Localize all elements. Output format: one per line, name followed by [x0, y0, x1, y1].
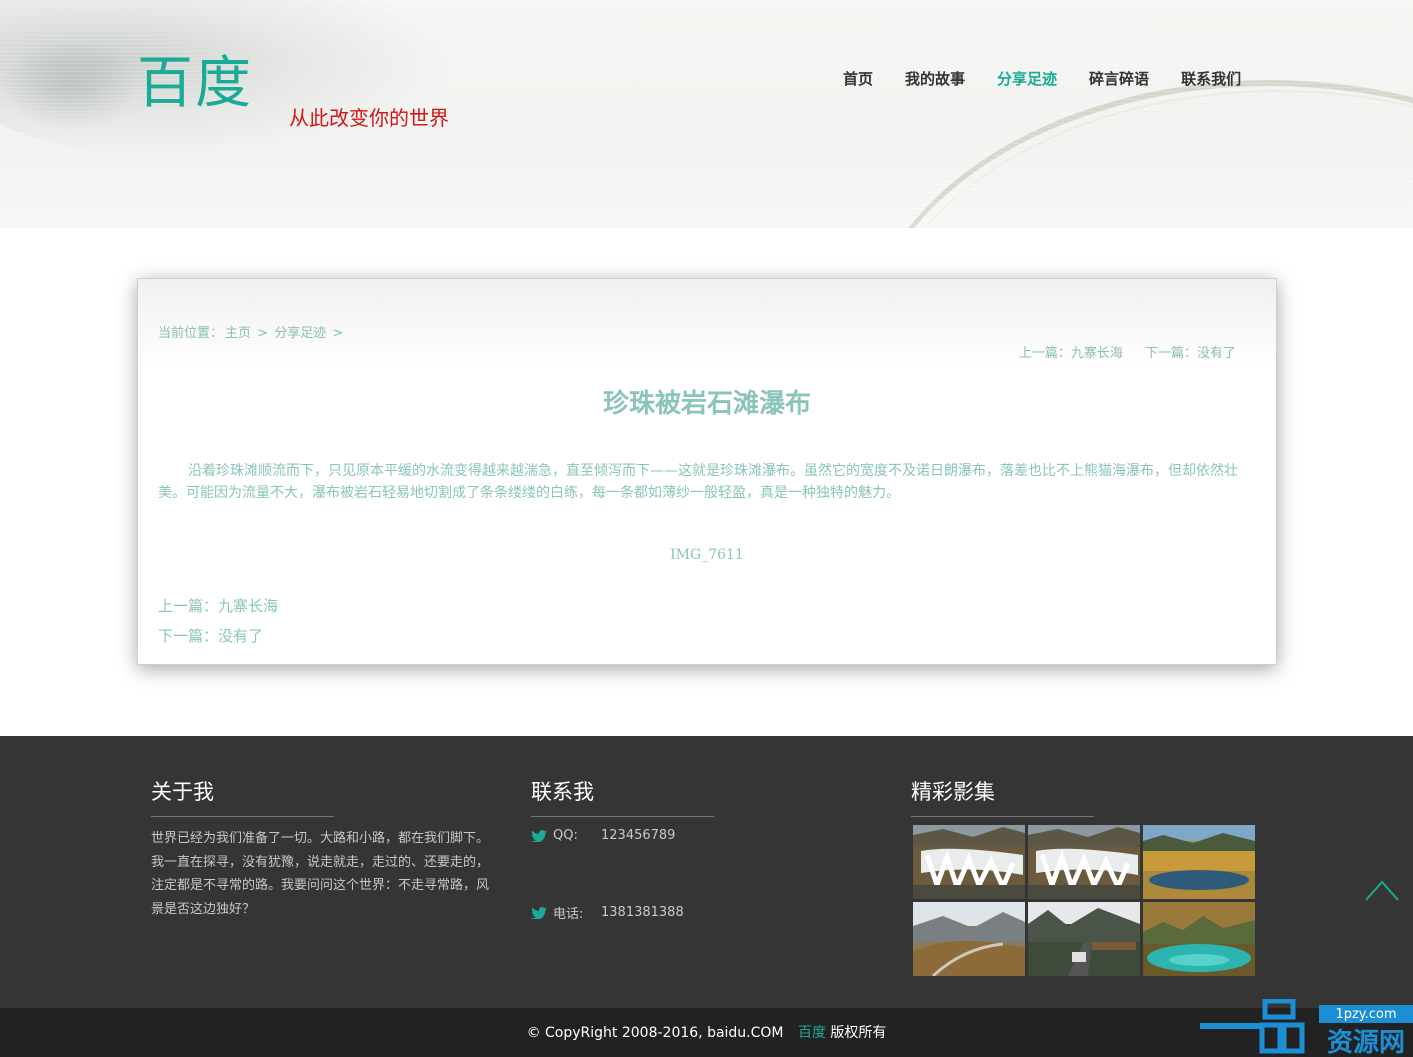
gallery-thumb-forest-road[interactable] [1028, 902, 1140, 976]
article-body: 沿着珍珠滩顺流而下，只见原本平缓的水流变得越来越湍急，直至倾泻而下——这就是珍珠… [158, 463, 1238, 501]
svg-text:资源网: 资源网 [1327, 1028, 1405, 1057]
site-header: 百度 从此改变你的世界 首页 我的故事 分享足迹 碎言碎语 联系我们 [0, 0, 1413, 228]
twitter-bird-icon [531, 906, 547, 919]
pager-bottom: 上一篇：九寨长海 下一篇：没有了 [158, 591, 278, 651]
contact-phone-row: 电话: 1381381388 [531, 903, 684, 922]
main-nav: 首页 我的故事 分享足迹 碎言碎语 联系我们 [843, 68, 1273, 89]
qq-label: QQ: [553, 828, 578, 843]
article-image-caption: IMG_7611 [670, 547, 744, 563]
footer-about-text: 世界已经为我们准备了一切。大路和小路，都在我们脚下。我一直在探寻，没有犹豫，说走… [151, 831, 490, 917]
site-footer: 关于我 世界已经为我们准备了一切。大路和小路，都在我们脚下。我一直在探寻，没有犹… [0, 736, 1413, 1008]
breadcrumb-section-link[interactable]: 分享足迹 [274, 326, 326, 341]
prev-article-link-top[interactable]: 上一篇：九寨长海 [1019, 346, 1123, 361]
footer-gallery-title: 精彩影集 [911, 776, 1094, 817]
contact-qq-row: QQ: 123456789 [531, 828, 675, 843]
footer-contact-title: 联系我 [531, 776, 714, 817]
copyright-brand[interactable]: 百度 [798, 1025, 826, 1041]
phone-label: 电话: [553, 907, 584, 922]
nav-item-my-story[interactable]: 我的故事 [905, 68, 965, 89]
nav-item-share-footprints[interactable]: 分享足迹 [997, 68, 1057, 89]
copyright-suffix: 版权所有 [830, 1025, 887, 1041]
nav-item-contact-us[interactable]: 联系我们 [1181, 68, 1241, 89]
nav-item-musings[interactable]: 碎言碎语 [1089, 68, 1149, 89]
footer-contact: 联系我 QQ: 123456789 电话: 1381381388 [531, 776, 714, 922]
footer-about: 关于我 世界已经为我们准备了一切。大路和小路，都在我们脚下。我一直在探寻，没有犹… [151, 776, 501, 921]
gallery-thumb-waterfall-2[interactable] [1028, 825, 1140, 899]
footer-gallery: 精彩影集 [911, 776, 1255, 976]
gallery-thumbnails [913, 825, 1258, 976]
copyright-text: © CopyRight 2008-2016, baidu.COM [526, 1025, 784, 1041]
breadcrumb-separator: > [257, 326, 269, 341]
breadcrumb-home-link[interactable]: 主页 [225, 326, 251, 341]
gallery-thumb-lake-meadow[interactable] [1143, 825, 1255, 899]
twitter-bird-icon [531, 829, 547, 842]
breadcrumb-separator: > [332, 326, 344, 341]
article-title: 珍珠被岩石滩瀑布 [602, 389, 811, 419]
next-article-link-top[interactable]: 下一篇：没有了 [1145, 346, 1236, 361]
footer-about-title: 关于我 [151, 776, 334, 817]
next-article-link[interactable]: 下一篇：没有了 [158, 621, 278, 651]
gallery-thumb-turquoise-lake[interactable] [1143, 902, 1255, 976]
back-to-top-icon[interactable] [1365, 878, 1399, 902]
article-card: 当前位置： 主页 > 分享足迹 > 上一篇：九寨长海 下一篇：没有了 珍珠被岩石滩… [137, 278, 1277, 665]
gallery-thumb-waterfall[interactable] [913, 825, 1025, 899]
breadcrumb-prefix: 当前位置： [158, 326, 224, 341]
prev-article-link[interactable]: 上一篇：九寨长海 [158, 591, 278, 621]
site-logo[interactable]: 百度 [137, 38, 253, 119]
phone-value: 1381381388 [601, 905, 684, 920]
qq-value: 123456789 [601, 828, 676, 843]
site-slogan: 从此改变你的世界 [289, 106, 449, 130]
resource-site-watermark-logo: 1pzy.com 资源网 [1200, 999, 1413, 1057]
pager-top: 上一篇：九寨长海 下一篇：没有了 [1001, 342, 1236, 361]
breadcrumb: 当前位置： 主页 > 分享足迹 > [158, 322, 345, 341]
nav-item-home[interactable]: 首页 [843, 68, 873, 89]
gallery-thumb-mountain-road[interactable] [913, 902, 1025, 976]
svg-text:1pzy.com: 1pzy.com [1335, 1007, 1396, 1022]
